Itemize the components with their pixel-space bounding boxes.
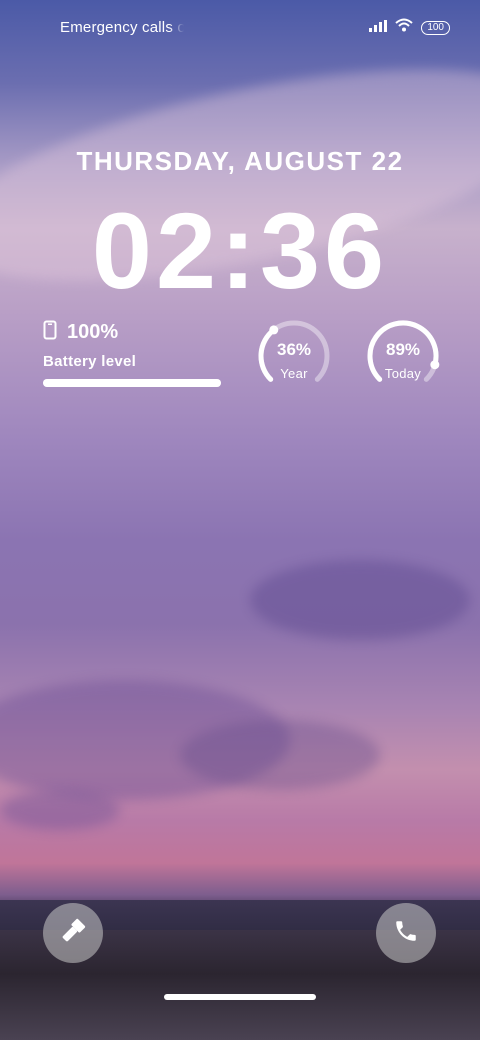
status-icons: 100 [369, 18, 450, 37]
battery-bar [43, 379, 221, 387]
battery-indicator: 100 [421, 20, 450, 35]
battery-label: Battery level [43, 353, 137, 370]
year-progress-value: 36% [276, 340, 312, 359]
battery-widget: 100% Battery level [43, 320, 223, 387]
flashlight-icon [59, 917, 87, 950]
carrier-status-text: Emergency calls only [60, 19, 184, 36]
today-progress-ring: 89% Today [365, 318, 441, 394]
wifi-icon [395, 18, 413, 37]
signal-icon [369, 19, 388, 37]
today-progress-label: Today [384, 366, 422, 381]
phone-icon [393, 918, 419, 949]
battery-percent: 100% [67, 321, 119, 343]
year-progress-ring: 36% Year [256, 318, 332, 394]
today-progress-value: 89% [385, 340, 421, 359]
status-bar: Emergency calls only 100 [0, 0, 480, 56]
home-indicator[interactable] [164, 994, 316, 1000]
phone-button[interactable] [376, 903, 436, 963]
lockscreen-date: THURSDAY, AUGUST 22 [76, 146, 404, 176]
lockscreen-clock: 02:36 [91, 190, 389, 311]
year-progress-label: Year [280, 366, 308, 381]
battery-bar-fill [43, 379, 221, 387]
phone-battery-icon [43, 320, 57, 345]
flashlight-button[interactable] [43, 903, 103, 963]
